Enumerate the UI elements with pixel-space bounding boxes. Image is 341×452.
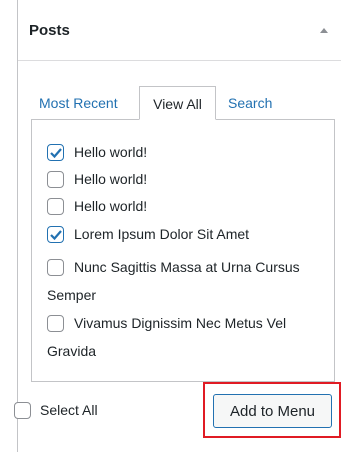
- select-all-checkbox[interactable]: [14, 402, 31, 419]
- list-item-label-line2: Semper: [47, 287, 97, 303]
- select-all-label[interactable]: Select All: [40, 402, 98, 418]
- list-item-label-line2: Gravida: [47, 343, 97, 359]
- add-to-menu-button[interactable]: Add to Menu: [213, 394, 332, 428]
- checkbox[interactable]: [47, 198, 64, 215]
- checkmark-icon: [50, 148, 62, 159]
- tab-most-recent[interactable]: Most Recent: [39, 86, 118, 120]
- triangle-up-icon[interactable]: [317, 24, 331, 38]
- checkbox-checked[interactable]: [47, 226, 64, 243]
- tab-bar: Most Recent View All Search: [18, 86, 341, 120]
- list-item-label: Hello world!: [74, 198, 148, 214]
- panel-header[interactable]: Posts: [18, 0, 341, 61]
- list-item-label-line1: Nunc Sagittis Massa at Urna Cursus: [74, 259, 300, 275]
- checkbox[interactable]: [47, 171, 64, 188]
- list-item-label: Hello world!: [74, 171, 148, 187]
- checkbox[interactable]: [47, 315, 64, 332]
- checkbox-checked[interactable]: [47, 144, 64, 161]
- posts-checklist: Hello world! Hello world! Hello world! L…: [31, 119, 335, 382]
- checkbox[interactable]: [47, 259, 64, 276]
- list-item-label-line1: Vivamus Dignissim Nec Metus Vel: [74, 315, 287, 331]
- checkmark-icon: [50, 230, 62, 241]
- list-item-label: Hello world!: [74, 144, 148, 160]
- panel-title: Posts: [29, 22, 70, 39]
- list-item-label: Lorem Ipsum Dolor Sit Amet: [74, 226, 250, 242]
- tab-search[interactable]: Search: [228, 86, 272, 120]
- tab-view-all[interactable]: View All: [139, 86, 216, 120]
